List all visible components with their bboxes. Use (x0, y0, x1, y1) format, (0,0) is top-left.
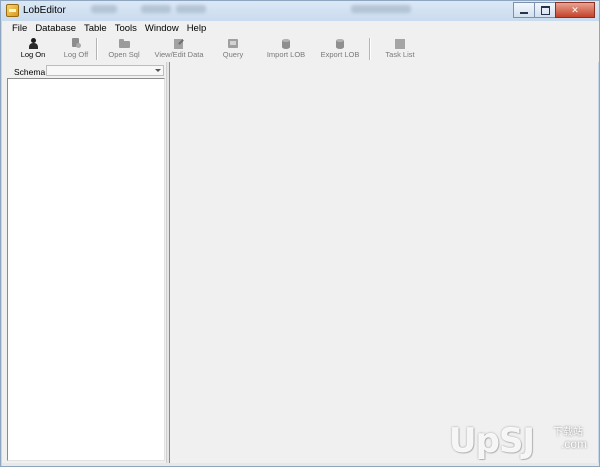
log-off-button[interactable]: Log Off (58, 36, 94, 62)
status-strip (2, 463, 599, 466)
close-icon: ✕ (571, 4, 579, 15)
object-tree[interactable] (7, 78, 165, 461)
schema-dropdown[interactable] (46, 65, 164, 76)
view-edit-data-button[interactable]: View/Edit Data (150, 36, 208, 62)
export-lob-button[interactable]: Export LOB (318, 36, 362, 62)
window-title: LobEditor (23, 5, 66, 16)
blurred-title-text (91, 5, 117, 13)
maximize-icon (540, 5, 550, 15)
query-button[interactable]: Query (218, 36, 248, 62)
task-list-button[interactable]: Task List (382, 36, 418, 62)
blurred-title-text (176, 5, 206, 13)
schema-label: Schema (14, 67, 46, 77)
watermark-logo: UpSJ 下载站 .com (449, 419, 597, 463)
watermark-com: .com (561, 437, 588, 451)
person-icon (28, 38, 38, 49)
menu-help[interactable]: Help (183, 21, 211, 36)
task-list-label: Task List (385, 50, 415, 59)
title-bar[interactable]: LobEditor ✕ (1, 1, 599, 21)
log-on-button[interactable]: Log On (16, 36, 50, 62)
log-on-label: Log On (20, 50, 46, 59)
import-lob-button[interactable]: Import LOB (264, 36, 308, 62)
open-sql-label: Open Sql (108, 50, 140, 59)
toolbar-separator (369, 38, 371, 60)
query-label: Query (222, 50, 244, 59)
toolbar-separator (96, 38, 98, 60)
minimize-icon (520, 11, 528, 14)
app-window: LobEditor ✕ File Database Table Tools Wi… (0, 0, 600, 467)
minimize-button[interactable] (513, 2, 535, 18)
menu-bar: File Database Table Tools Window Help (2, 21, 599, 37)
query-icon (227, 38, 239, 49)
menu-window[interactable]: Window (141, 21, 183, 36)
maximize-button[interactable] (534, 2, 556, 18)
workspace-area (169, 62, 598, 463)
export-lob-label: Export LOB (320, 50, 360, 59)
watermark-text: UpSJ (449, 421, 535, 461)
schema-panel: Schema (2, 62, 166, 463)
task-list-icon (394, 38, 406, 49)
blurred-title-text (351, 5, 411, 13)
menu-table[interactable]: Table (80, 21, 111, 36)
export-lob-icon (334, 38, 346, 49)
close-button[interactable]: ✕ (555, 2, 595, 18)
window-controls: ✕ (513, 2, 595, 19)
open-sql-button[interactable]: Open Sql (104, 36, 144, 62)
folder-icon (118, 38, 130, 49)
edit-data-icon (173, 38, 185, 49)
chevron-down-icon (155, 69, 161, 72)
blurred-title-text (141, 5, 171, 13)
log-off-icon (70, 38, 82, 49)
import-lob-label: Import LOB (266, 50, 306, 59)
toolbar: Log On Log Off Open Sql View/Edit Data Q… (2, 36, 599, 63)
log-off-label: Log Off (63, 50, 89, 59)
menu-tools[interactable]: Tools (111, 21, 141, 36)
app-icon (6, 4, 19, 17)
menu-database[interactable]: Database (31, 21, 80, 36)
watermark-cn: 下载站 (553, 427, 583, 438)
menu-file[interactable]: File (2, 21, 31, 36)
import-lob-icon (280, 38, 292, 49)
view-edit-data-label: View/Edit Data (154, 50, 204, 59)
